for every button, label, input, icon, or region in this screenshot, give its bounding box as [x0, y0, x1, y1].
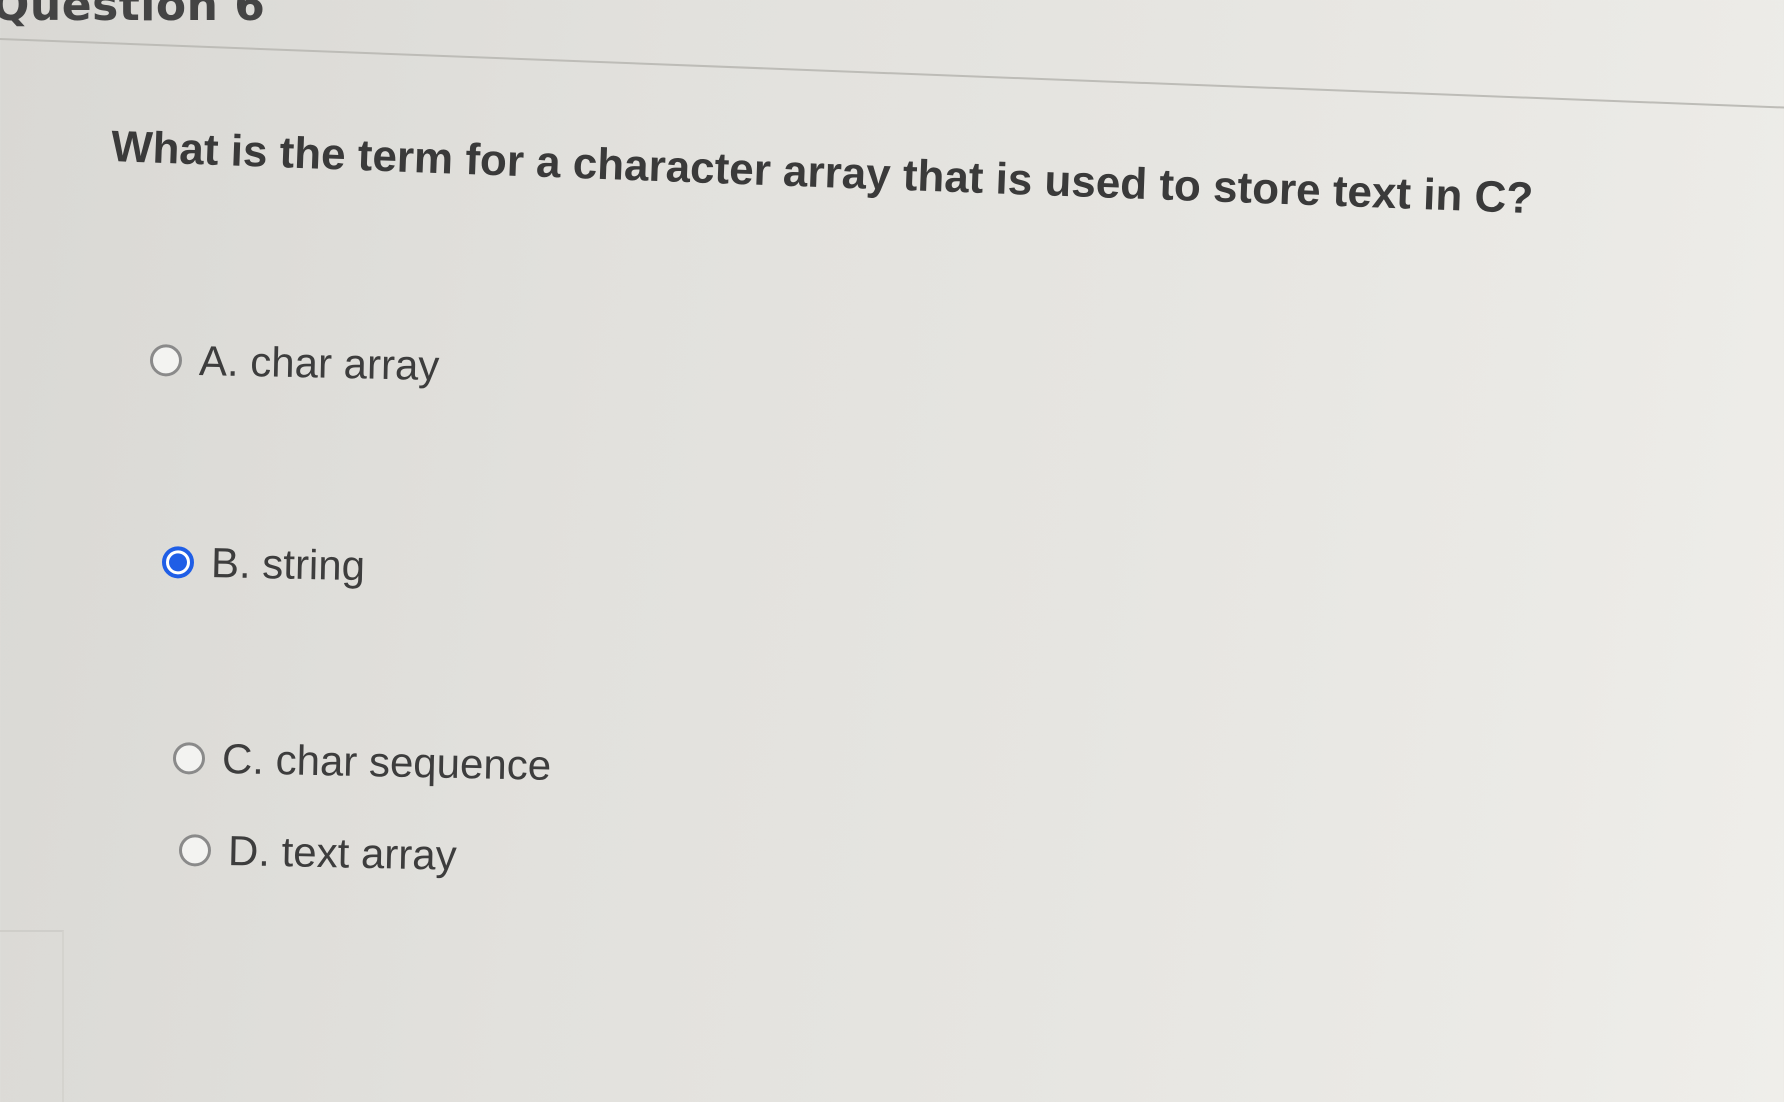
option-a[interactable]: A. char array — [149, 336, 440, 390]
option-d-label[interactable]: D. text array — [227, 827, 458, 880]
option-c[interactable]: C. char sequence — [172, 734, 552, 790]
question-heading: Question 6 — [0, 0, 266, 31]
quiz-page: Question 6 What is the term for a charac… — [0, 0, 1784, 1102]
radio-button-a[interactable] — [149, 344, 183, 377]
question-text: What is the term for a character array t… — [110, 122, 1535, 224]
option-b-label[interactable]: B. string — [210, 539, 366, 590]
radio-button-b[interactable] — [161, 546, 195, 579]
option-c-label[interactable]: C. char sequence — [221, 735, 552, 790]
option-b[interactable]: B. string — [161, 538, 366, 590]
radio-button-d[interactable] — [178, 834, 212, 867]
radio-button-c[interactable] — [172, 742, 206, 775]
option-d[interactable]: D. text array — [178, 826, 457, 880]
panel-edge — [0, 930, 64, 1102]
option-a-label[interactable]: A. char array — [198, 337, 440, 390]
header-divider — [0, 38, 1784, 110]
